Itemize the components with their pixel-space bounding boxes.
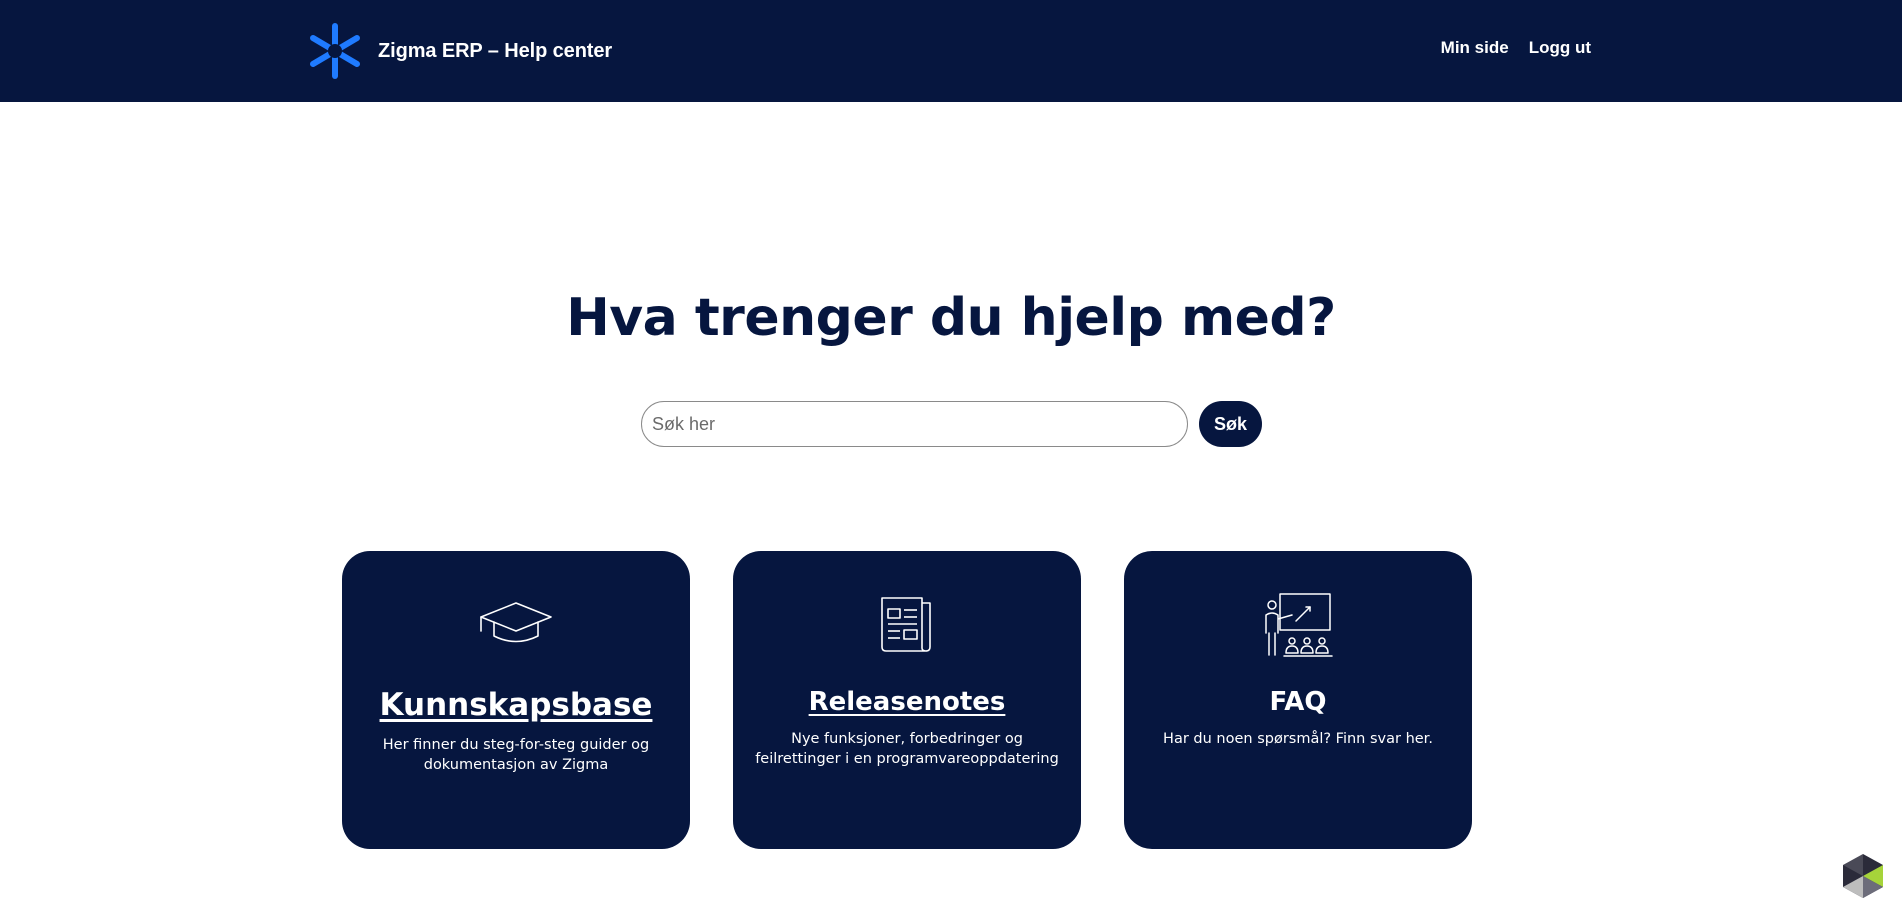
search-button[interactable]: Søk: [1199, 401, 1262, 447]
card-title: Releasenotes: [808, 687, 1006, 717]
card-title: FAQ: [1269, 687, 1327, 717]
card-description: Nye funksjoner, forbedringer og feilrett…: [755, 731, 1059, 767]
card-releasenotes[interactable]: Releasenotes Nye funksjoner, forbedringe…: [733, 551, 1081, 849]
cube-widget-icon: [1843, 854, 1883, 898]
header-nav: Min side Logg ut: [1441, 38, 1591, 58]
help-widget-button[interactable]: [1840, 852, 1886, 900]
nav-link-logg-ut[interactable]: Logg ut: [1529, 38, 1591, 58]
teacher-presentation-icon: [1265, 593, 1333, 657]
card-description: Har du noen spørsmål? Finn svar her.: [1163, 731, 1433, 747]
search-input[interactable]: [641, 401, 1188, 447]
top-navigation-bar: Zigma ERP – Help center Min side Logg ut: [0, 0, 1902, 102]
search-form: Søk: [641, 401, 1262, 447]
card-title: Kunnskapsbase: [379, 687, 653, 723]
nav-link-min-side[interactable]: Min side: [1441, 38, 1509, 58]
card-kunnskapsbase[interactable]: Kunnskapsbase Her finner du steg-for-ste…: [342, 551, 690, 849]
brand-name: Zigma ERP – Help center: [378, 39, 613, 62]
card-description: Her finner du steg-for-steg guider og do…: [382, 737, 650, 773]
graduation-cap-icon: [480, 602, 552, 643]
newspaper-icon: [881, 597, 931, 652]
card-faq[interactable]: FAQ Har du noen spørsmål? Finn svar her.: [1124, 551, 1472, 849]
asterisk-logo-icon: [310, 23, 360, 79]
page-title: Hva trenger du hjelp med?: [566, 288, 1336, 348]
brand-home-link[interactable]: Zigma ERP – Help center: [308, 22, 612, 80]
